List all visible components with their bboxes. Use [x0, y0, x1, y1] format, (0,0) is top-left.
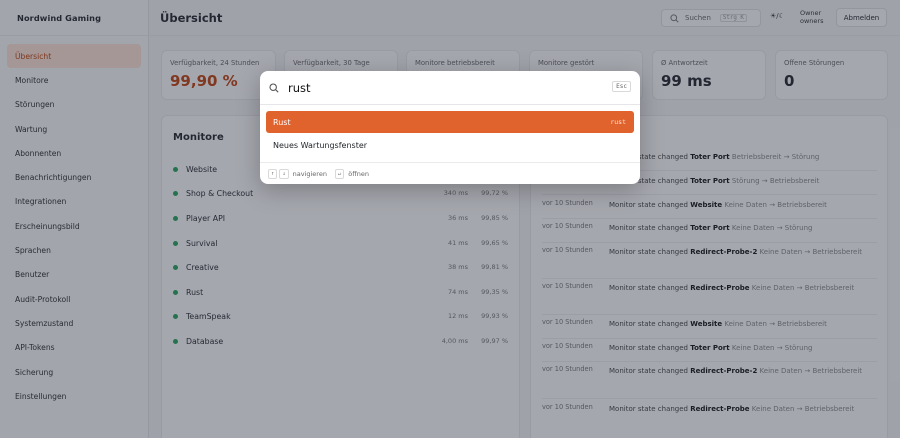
arrow-up-key: ↑ [268, 168, 278, 179]
palette-result-new-maintenance[interactable]: Neues Wartungsfenster [266, 134, 634, 156]
enter-key: ↵ [334, 168, 345, 179]
escape-key-hint[interactable]: Esc [612, 81, 631, 92]
result-slug: rust [610, 118, 626, 126]
palette-result-rust[interactable]: Rust rust [266, 111, 634, 133]
search-icon [269, 82, 279, 93]
palette-search-input[interactable] [288, 80, 588, 95]
palette-footer: ↑ ↓ navigieren ↵ öffnen [260, 162, 640, 184]
modal-backdrop[interactable] [0, 0, 900, 438]
palette-search-bar: Esc [260, 71, 640, 105]
command-palette: Esc Rust rust Neues Wartungsfenster ↑ ↓ … [260, 71, 640, 184]
navigate-hint: navigieren [292, 169, 327, 178]
open-hint: öffnen [348, 169, 369, 178]
result-label: Neues Wartungsfenster [273, 140, 368, 150]
result-label: Rust [273, 117, 291, 127]
arrow-down-key: ↓ [279, 168, 289, 179]
